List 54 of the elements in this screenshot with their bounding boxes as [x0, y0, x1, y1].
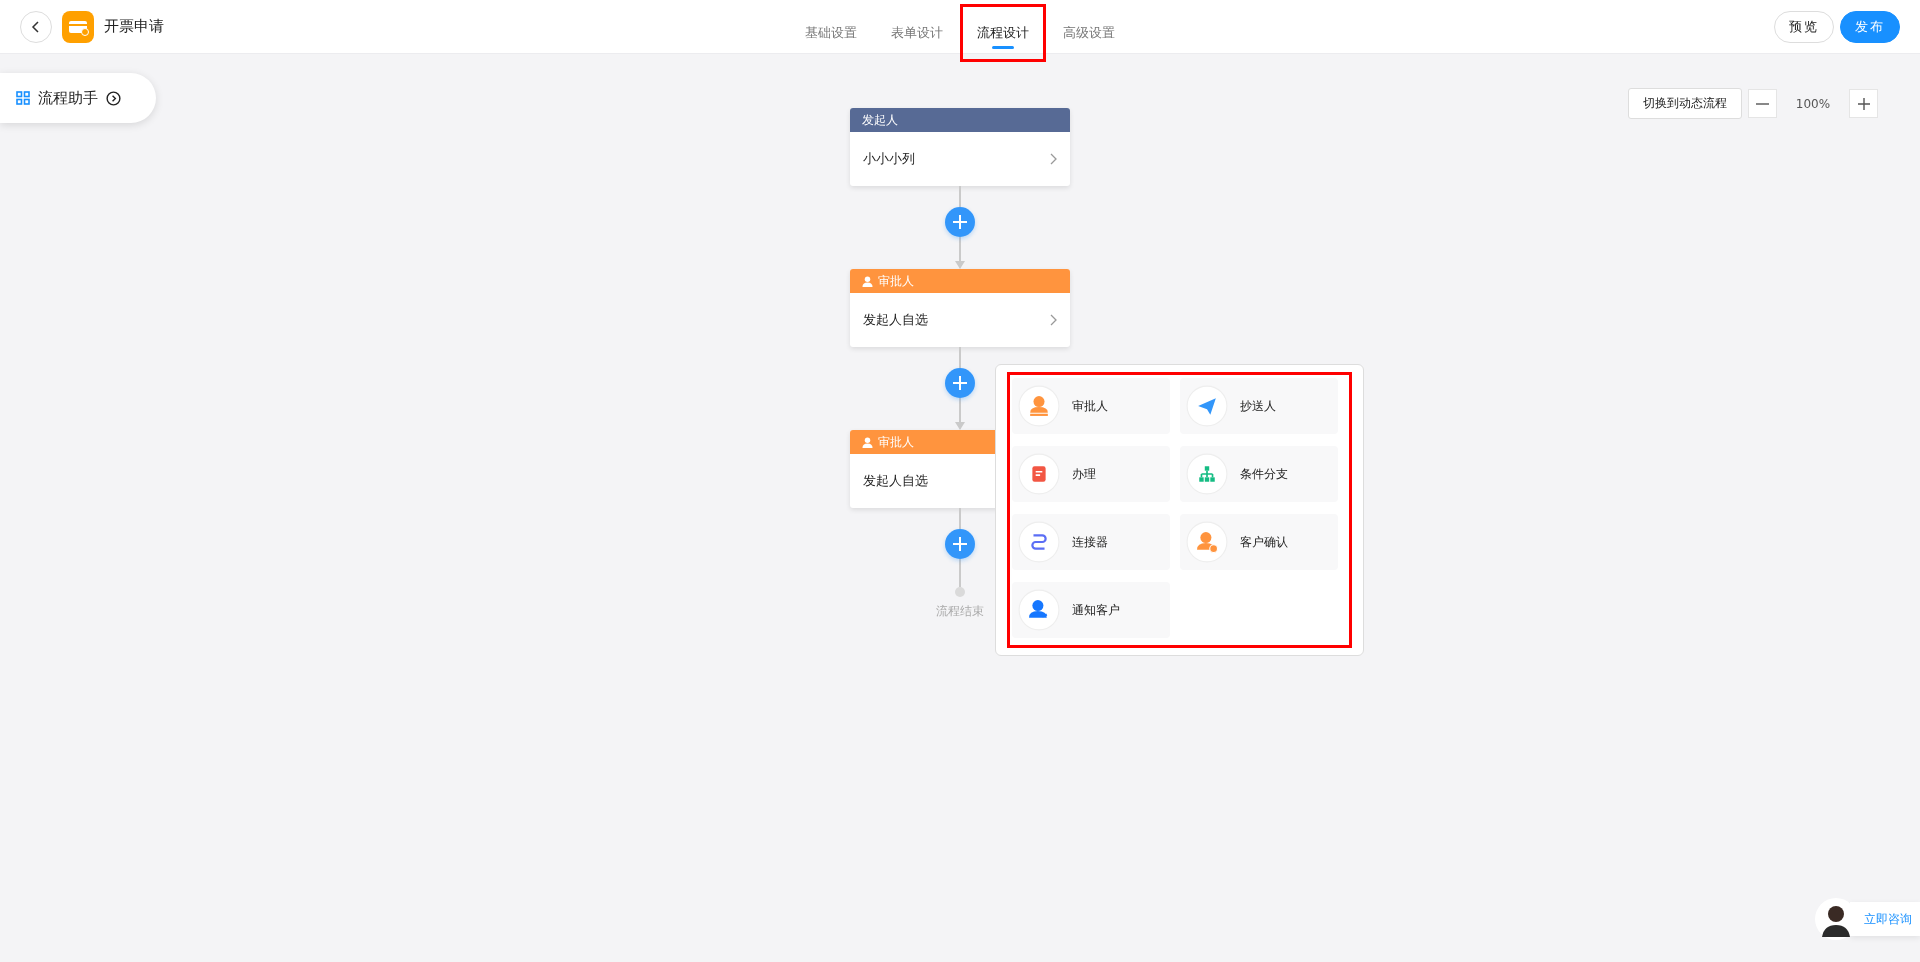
- paper-plane-icon: [1186, 385, 1228, 427]
- node-title: 审批人: [878, 272, 914, 290]
- preview-button[interactable]: 预览: [1774, 10, 1834, 43]
- chevron-right-icon: [1050, 153, 1058, 165]
- plus-icon: [1856, 96, 1871, 111]
- route-icon: [1018, 521, 1060, 563]
- nav-tab[interactable]: 流程设计: [960, 3, 1046, 62]
- nav-tab[interactable]: 基础设置: [788, 3, 874, 62]
- node-type-option[interactable]: 通知客户: [1012, 582, 1170, 638]
- plus-icon: [953, 215, 967, 229]
- node-type-option[interactable]: 客户确认: [1180, 514, 1338, 570]
- document-edit-icon: [1018, 453, 1060, 495]
- person-stamp-icon: [1018, 385, 1060, 427]
- plus-icon: [953, 537, 967, 551]
- node-title: 审批人: [878, 433, 914, 451]
- zoom-level: 100%: [1794, 96, 1832, 111]
- app-logo-icon: [62, 10, 94, 43]
- person-check-icon: [1186, 521, 1228, 563]
- node-title: 发起人: [862, 111, 898, 129]
- connector-arrow: [955, 398, 965, 430]
- end-dot: [955, 587, 965, 597]
- switch-flow-button[interactable]: 切换到动态流程: [1628, 88, 1742, 119]
- add-node-button[interactable]: [945, 368, 975, 398]
- zoom-in-button[interactable]: [1849, 89, 1878, 118]
- flow-node-card[interactable]: 发起人 小小小列: [850, 108, 1070, 186]
- grid-icon: [16, 91, 30, 105]
- back-button[interactable]: [20, 10, 52, 43]
- end-label: 流程结束: [936, 603, 984, 620]
- minus-icon: [1756, 102, 1769, 105]
- node-type-option[interactable]: 办理: [1012, 446, 1170, 502]
- chevron-left-icon: [30, 20, 42, 33]
- page-title: 开票申请: [104, 17, 164, 36]
- node-content: 发起人自选: [863, 472, 928, 490]
- connector-arrow: [955, 237, 965, 269]
- node-type-option[interactable]: 条件分支: [1180, 446, 1338, 502]
- node-content: 小小小列: [863, 150, 915, 168]
- node-type-option[interactable]: 审批人: [1012, 378, 1170, 434]
- nav-tab[interactable]: 表单设计: [874, 3, 960, 62]
- plus-icon: [953, 376, 967, 390]
- node-content: 发起人自选: [863, 311, 928, 329]
- zoom-out-button[interactable]: [1748, 89, 1777, 118]
- person-icon: [862, 436, 873, 448]
- node-type-option[interactable]: 连接器: [1012, 514, 1170, 570]
- chevron-right-icon: [1050, 314, 1058, 326]
- nav-tab[interactable]: 高级设置: [1046, 3, 1132, 62]
- flow-node-card[interactable]: 审批人 发起人自选: [850, 269, 1070, 347]
- assistant-button[interactable]: 流程助手: [0, 73, 156, 123]
- person-icon: [862, 275, 873, 287]
- add-node-button[interactable]: [945, 529, 975, 559]
- hierarchy-icon: [1186, 453, 1228, 495]
- node-type-option[interactable]: 抄送人: [1180, 378, 1338, 434]
- assistant-label: 流程助手: [38, 88, 98, 108]
- add-node-button[interactable]: [945, 207, 975, 237]
- chevron-circle-icon: [106, 90, 121, 106]
